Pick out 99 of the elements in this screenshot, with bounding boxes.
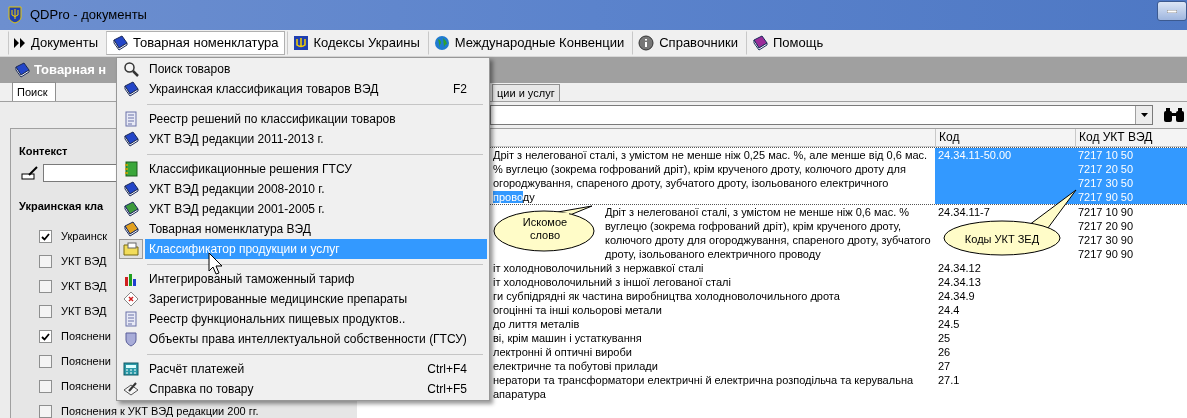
calculator-icon bbox=[123, 361, 139, 377]
menu-item[interactable]: Поиск товаров bbox=[145, 59, 487, 79]
table-cell-text: ві, крім машин і устаткування bbox=[492, 331, 643, 345]
menu-item[interactable]: УКТ ВЭД редакции 2001-2005 г. bbox=[145, 199, 487, 219]
menu-bar-item[interactable]: Кодексы Украины bbox=[286, 31, 426, 55]
checkbox-label: УКТ ВЭД bbox=[61, 254, 107, 270]
book-icon bbox=[752, 35, 768, 51]
minimize-icon bbox=[1167, 9, 1177, 13]
book-icon bbox=[123, 181, 139, 197]
table-cell-text: до лиття металів bbox=[492, 317, 581, 331]
window-title: QDPro - документы bbox=[30, 6, 147, 25]
checkbox[interactable] bbox=[39, 230, 52, 243]
checkbox[interactable] bbox=[39, 280, 52, 293]
checkbox[interactable] bbox=[39, 330, 52, 343]
table-cell-text: огоцінні та інші кольорові метали bbox=[492, 303, 663, 317]
table-cell: 24.34.11-50.00 bbox=[935, 148, 1075, 204]
menu-item[interactable]: Украинская классификация товаров ВЭД F2 bbox=[145, 79, 487, 99]
table-cell: 27.1 bbox=[938, 373, 960, 387]
menu-bar-item[interactable]: Помощь bbox=[746, 31, 830, 55]
checkmark-icon bbox=[41, 332, 50, 341]
callout-text: Коды УКТ ЗЕД bbox=[963, 232, 1041, 247]
book-icon bbox=[123, 221, 139, 237]
document-icon bbox=[123, 311, 139, 327]
menu-item[interactable]: Справка по товару Ctrl+F5 bbox=[145, 379, 487, 399]
checkbox[interactable] bbox=[39, 255, 52, 268]
checkbox-label: Пояснени bbox=[61, 379, 111, 395]
tab[interactable]: ции и услуг bbox=[492, 84, 560, 101]
column-header: Код УКТ ВЭД bbox=[1075, 129, 1187, 146]
table-cell-text: лектронні й оптичні вироби bbox=[492, 345, 633, 359]
section-title: Товарная н bbox=[34, 61, 107, 80]
search-combobox[interactable] bbox=[490, 105, 1153, 125]
menu-item[interactable]: Зарегистрированные медицинские препараты bbox=[145, 289, 487, 309]
checkbox-label: УКТ ВЭД bbox=[61, 279, 107, 295]
tab[interactable]: Поиск bbox=[12, 82, 56, 101]
checkmark-icon bbox=[41, 232, 50, 241]
table-cell-text: іт холодноволочильний з нержавкої сталі bbox=[492, 261, 705, 275]
menu-item[interactable]: Расчёт платежей Ctrl+F4 bbox=[145, 359, 487, 379]
trident-icon bbox=[8, 6, 22, 24]
trident-icon bbox=[292, 35, 309, 51]
menu-item[interactable]: Реестр функциональних пищевых продуктов.. bbox=[145, 309, 487, 329]
book-icon bbox=[123, 81, 139, 97]
pen-icon bbox=[21, 165, 39, 180]
book-icon bbox=[123, 201, 139, 217]
menu-item[interactable]: УКТ ВЭД редакции 2008-2010 г. bbox=[145, 179, 487, 199]
table-cell: 24.34.13 bbox=[938, 275, 981, 289]
checkbox[interactable] bbox=[39, 405, 52, 418]
table-cell: 26 bbox=[938, 345, 951, 359]
checkbox-label: УКТ ВЭД bbox=[61, 304, 107, 320]
table-cell: 25 bbox=[938, 331, 951, 345]
table-cell-text: електричне та побутові прилади bbox=[492, 359, 659, 373]
minimize-button[interactable] bbox=[1157, 1, 1187, 21]
globe-icon bbox=[433, 35, 450, 51]
search-icon bbox=[123, 61, 139, 77]
table-cell: 24.34.11-7 bbox=[938, 205, 990, 219]
menu-item[interactable]: Классификационные решения ГТСУ bbox=[145, 159, 487, 179]
double-arrow-icon bbox=[14, 38, 26, 48]
notebook-icon bbox=[123, 161, 139, 177]
checkbox[interactable] bbox=[39, 305, 52, 318]
menu-item[interactable]: Реестр решений по классификации товаров bbox=[145, 109, 487, 129]
menu-item[interactable]: Объекты права интеллектуальной собственности (ГТСУ) bbox=[145, 329, 487, 349]
menu-bar-item[interactable]: Справочники bbox=[632, 31, 744, 55]
callout-text: Искомое слово bbox=[521, 216, 569, 242]
checkbox-label: Украинск bbox=[61, 229, 108, 245]
group-label: Украинская кла bbox=[19, 198, 104, 214]
menu-bar-item[interactable]: Международные Конвенции bbox=[427, 31, 631, 55]
diamond-cross-icon bbox=[123, 291, 139, 307]
book-icon bbox=[112, 35, 128, 51]
binoculars-icon[interactable] bbox=[1163, 107, 1185, 123]
table-cell: 7217 10 50 7217 20 50 7217 30 50 7217 90 50 bbox=[1075, 148, 1187, 204]
checkbox-label: Пояснени bbox=[61, 329, 111, 345]
table-cell: 24.4 bbox=[938, 303, 960, 317]
menu-item[interactable]: УКТ ВЭД редакции 2011-2013 г. bbox=[145, 129, 487, 149]
table-cell: 24.5 bbox=[938, 317, 960, 331]
menu-item[interactable]: Товарная номенклатура ВЭД bbox=[145, 219, 487, 239]
checkbox[interactable] bbox=[39, 380, 52, 393]
folder-icon bbox=[123, 241, 139, 257]
info-icon bbox=[638, 35, 655, 51]
checkbox-label: Пояснени bbox=[61, 354, 111, 370]
checkbox-label: Пояснения к УКТ ВЭД редакции 200 гг. bbox=[61, 404, 259, 418]
table-cell-text: Дріт з нелегованої сталі, з умістом не менше ніж 0,6 мас. % вуглецю (зокрема гофрований дріт), крім крученого дроту, колючого дроту для огороджування, спареного дроту, зубчатого дроту, ізольованого електричного проводу bbox=[604, 205, 932, 261]
table-cell-text: 7217 10 90 7217 20 90 7217 30 90 7217 90 90 bbox=[1077, 205, 1135, 261]
table-cell: 24.34.12 bbox=[938, 261, 981, 275]
book-icon bbox=[14, 62, 30, 78]
table-cell: 24.34.9 bbox=[938, 289, 975, 303]
checkbox[interactable] bbox=[39, 355, 52, 368]
column-header: Код bbox=[935, 129, 1075, 146]
table-cell-text: ги субпідрядні як частина виробництва холодноволочильного дрота bbox=[492, 289, 841, 303]
shield-icon bbox=[123, 331, 139, 347]
table-cell-text: нератори та трансформатори електричні й електрична розподільча та керувальна апаратура bbox=[492, 373, 915, 401]
menu-item[interactable]: Интегрированый таможенный тариф bbox=[145, 269, 487, 289]
table-cell-text: іт холодноволочильний з іншої легованої сталі bbox=[492, 275, 732, 289]
document-icon bbox=[123, 111, 139, 127]
menu-bar-item[interactable]: Товарная номенклатура bbox=[106, 31, 285, 55]
notepad-pen-icon bbox=[123, 381, 139, 397]
menu-bar-item[interactable]: Документы bbox=[8, 31, 104, 55]
context-label: Контекст bbox=[19, 144, 68, 159]
table-cell: 27 bbox=[938, 359, 951, 373]
bar-chart-icon bbox=[123, 271, 139, 287]
book-icon bbox=[123, 131, 139, 147]
